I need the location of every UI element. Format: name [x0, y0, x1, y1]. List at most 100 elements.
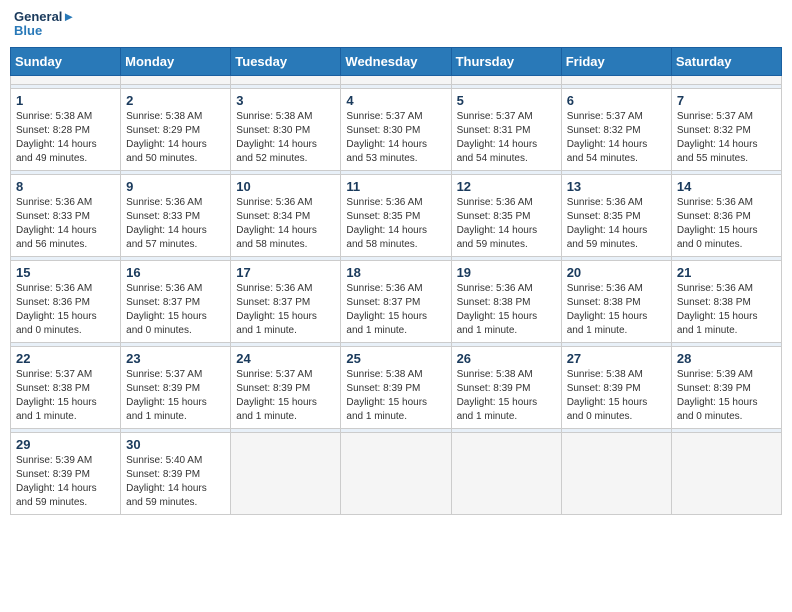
day-number: 20: [567, 265, 666, 280]
daylight-label: Daylight: 14 hours and 49 minutes.: [16, 139, 97, 164]
day-number: 15: [16, 265, 115, 280]
day-info: Sunrise: 5:36 AM Sunset: 8:33 PM Dayligh…: [16, 196, 115, 252]
calendar-cell: [671, 75, 781, 84]
day-number: 13: [567, 179, 666, 194]
sunset-label: Sunset: 8:34 PM: [236, 211, 310, 222]
sunset-label: Sunset: 8:35 PM: [346, 211, 420, 222]
day-number: 17: [236, 265, 335, 280]
sunset-label: Sunset: 8:30 PM: [236, 125, 310, 136]
daylight-label: Daylight: 14 hours and 57 minutes.: [126, 225, 207, 250]
sunset-label: Sunset: 8:39 PM: [126, 383, 200, 394]
daylight-label: Daylight: 15 hours and 1 minute.: [16, 397, 97, 422]
weekday-header-sunday: Sunday: [11, 47, 121, 75]
day-number: 5: [457, 93, 556, 108]
sunset-label: Sunset: 8:37 PM: [126, 297, 200, 308]
calendar-week-1: [11, 75, 782, 84]
sunset-label: Sunset: 8:35 PM: [567, 211, 641, 222]
day-info: Sunrise: 5:37 AM Sunset: 8:38 PM Dayligh…: [16, 368, 115, 424]
sunrise-label: Sunrise: 5:38 AM: [457, 369, 533, 380]
daylight-label: Daylight: 15 hours and 1 minute.: [677, 311, 758, 336]
sunset-label: Sunset: 8:38 PM: [16, 383, 90, 394]
sunrise-label: Sunrise: 5:36 AM: [567, 283, 643, 294]
sunrise-label: Sunrise: 5:37 AM: [677, 111, 753, 122]
calendar-cell: 19 Sunrise: 5:36 AM Sunset: 8:38 PM Dayl…: [451, 260, 561, 342]
day-number: 12: [457, 179, 556, 194]
day-number: 30: [126, 437, 225, 452]
sunrise-label: Sunrise: 5:36 AM: [126, 197, 202, 208]
sunrise-label: Sunrise: 5:36 AM: [457, 283, 533, 294]
daylight-label: Daylight: 15 hours and 0 minutes.: [126, 311, 207, 336]
calendar-week-5: 22 Sunrise: 5:37 AM Sunset: 8:38 PM Dayl…: [11, 346, 782, 428]
sunrise-label: Sunrise: 5:36 AM: [567, 197, 643, 208]
sunrise-label: Sunrise: 5:36 AM: [236, 197, 312, 208]
daylight-label: Daylight: 14 hours and 54 minutes.: [567, 139, 648, 164]
sunset-label: Sunset: 8:32 PM: [677, 125, 751, 136]
daylight-label: Daylight: 15 hours and 0 minutes.: [677, 397, 758, 422]
sunrise-label: Sunrise: 5:36 AM: [126, 283, 202, 294]
calendar-week-3: 8 Sunrise: 5:36 AM Sunset: 8:33 PM Dayli…: [11, 174, 782, 256]
daylight-label: Daylight: 14 hours and 52 minutes.: [236, 139, 317, 164]
calendar-table: SundayMondayTuesdayWednesdayThursdayFrid…: [10, 47, 782, 515]
sunset-label: Sunset: 8:37 PM: [346, 297, 420, 308]
calendar-cell: 29 Sunrise: 5:39 AM Sunset: 8:39 PM Dayl…: [11, 432, 121, 514]
sunrise-label: Sunrise: 5:36 AM: [236, 283, 312, 294]
day-info: Sunrise: 5:36 AM Sunset: 8:35 PM Dayligh…: [567, 196, 666, 252]
sunrise-label: Sunrise: 5:39 AM: [16, 455, 92, 466]
day-info: Sunrise: 5:36 AM Sunset: 8:37 PM Dayligh…: [346, 282, 445, 338]
sunset-label: Sunset: 8:39 PM: [677, 383, 751, 394]
sunset-label: Sunset: 8:39 PM: [567, 383, 641, 394]
sunrise-label: Sunrise: 5:37 AM: [236, 369, 312, 380]
sunset-label: Sunset: 8:38 PM: [457, 297, 531, 308]
daylight-label: Daylight: 15 hours and 1 minute.: [346, 397, 427, 422]
logo-text: General► Blue: [14, 10, 75, 39]
calendar-cell: 30 Sunrise: 5:40 AM Sunset: 8:39 PM Dayl…: [121, 432, 231, 514]
day-info: Sunrise: 5:38 AM Sunset: 8:39 PM Dayligh…: [346, 368, 445, 424]
calendar-cell: [671, 432, 781, 514]
day-number: 16: [126, 265, 225, 280]
calendar-header-row: SundayMondayTuesdayWednesdayThursdayFrid…: [11, 47, 782, 75]
day-info: Sunrise: 5:38 AM Sunset: 8:39 PM Dayligh…: [457, 368, 556, 424]
daylight-label: Daylight: 15 hours and 1 minute.: [457, 397, 538, 422]
day-number: 22: [16, 351, 115, 366]
day-number: 28: [677, 351, 776, 366]
day-info: Sunrise: 5:38 AM Sunset: 8:30 PM Dayligh…: [236, 110, 335, 166]
calendar-cell: [341, 75, 451, 84]
sunset-label: Sunset: 8:35 PM: [457, 211, 531, 222]
day-info: Sunrise: 5:36 AM Sunset: 8:38 PM Dayligh…: [677, 282, 776, 338]
day-info: Sunrise: 5:40 AM Sunset: 8:39 PM Dayligh…: [126, 454, 225, 510]
day-info: Sunrise: 5:37 AM Sunset: 8:31 PM Dayligh…: [457, 110, 556, 166]
sunrise-label: Sunrise: 5:36 AM: [346, 283, 422, 294]
sunrise-label: Sunrise: 5:37 AM: [16, 369, 92, 380]
calendar-cell: [231, 75, 341, 84]
daylight-label: Daylight: 14 hours and 55 minutes.: [677, 139, 758, 164]
sunset-label: Sunset: 8:33 PM: [126, 211, 200, 222]
daylight-label: Daylight: 14 hours and 58 minutes.: [236, 225, 317, 250]
calendar-cell: [561, 75, 671, 84]
calendar-cell: [451, 432, 561, 514]
calendar-week-2: 1 Sunrise: 5:38 AM Sunset: 8:28 PM Dayli…: [11, 88, 782, 170]
day-info: Sunrise: 5:36 AM Sunset: 8:37 PM Dayligh…: [236, 282, 335, 338]
calendar-cell: 28 Sunrise: 5:39 AM Sunset: 8:39 PM Dayl…: [671, 346, 781, 428]
calendar-cell: 11 Sunrise: 5:36 AM Sunset: 8:35 PM Dayl…: [341, 174, 451, 256]
sunrise-label: Sunrise: 5:38 AM: [16, 111, 92, 122]
day-info: Sunrise: 5:36 AM Sunset: 8:36 PM Dayligh…: [16, 282, 115, 338]
calendar-cell: 1 Sunrise: 5:38 AM Sunset: 8:28 PM Dayli…: [11, 88, 121, 170]
calendar-cell: 13 Sunrise: 5:36 AM Sunset: 8:35 PM Dayl…: [561, 174, 671, 256]
day-info: Sunrise: 5:37 AM Sunset: 8:32 PM Dayligh…: [567, 110, 666, 166]
daylight-label: Daylight: 15 hours and 0 minutes.: [677, 225, 758, 250]
day-info: Sunrise: 5:36 AM Sunset: 8:35 PM Dayligh…: [457, 196, 556, 252]
sunrise-label: Sunrise: 5:36 AM: [677, 283, 753, 294]
day-info: Sunrise: 5:38 AM Sunset: 8:29 PM Dayligh…: [126, 110, 225, 166]
sunset-label: Sunset: 8:38 PM: [567, 297, 641, 308]
weekday-header-wednesday: Wednesday: [341, 47, 451, 75]
calendar-cell: 16 Sunrise: 5:36 AM Sunset: 8:37 PM Dayl…: [121, 260, 231, 342]
daylight-label: Daylight: 14 hours and 59 minutes.: [457, 225, 538, 250]
sunrise-label: Sunrise: 5:38 AM: [236, 111, 312, 122]
sunset-label: Sunset: 8:36 PM: [16, 297, 90, 308]
calendar-cell: 24 Sunrise: 5:37 AM Sunset: 8:39 PM Dayl…: [231, 346, 341, 428]
day-number: 1: [16, 93, 115, 108]
day-number: 9: [126, 179, 225, 194]
calendar-cell: [121, 75, 231, 84]
daylight-label: Daylight: 15 hours and 0 minutes.: [567, 397, 648, 422]
day-number: 3: [236, 93, 335, 108]
